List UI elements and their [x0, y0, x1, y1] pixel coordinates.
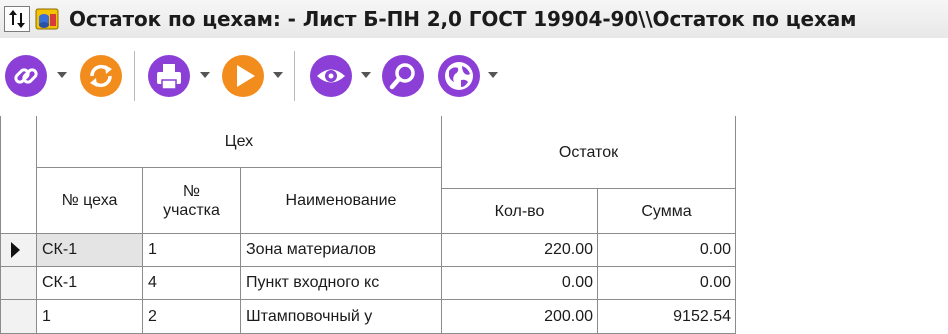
cell-sum[interactable]: 0.00 [598, 234, 736, 267]
grid-corner [1, 116, 37, 234]
column-header-qty[interactable]: Кол-во [442, 189, 598, 234]
link-icon [5, 55, 47, 97]
cell-name[interactable]: Зона материалов [241, 234, 442, 267]
window-title: Остаток по цехам: - Лист Б-ПН 2,0 ГОСТ 1… [69, 7, 857, 31]
run-button[interactable] [221, 54, 265, 98]
column-header-sum[interactable]: Сумма [598, 189, 736, 234]
row-indicator[interactable] [1, 234, 37, 267]
column-header-name[interactable]: Наименование [241, 168, 442, 234]
toolbar [0, 38, 948, 116]
cell-qty[interactable]: 200.00 [442, 300, 598, 334]
column-header-shop-no[interactable]: № цеха [37, 168, 143, 234]
view-dropdown-arrow[interactable] [361, 72, 371, 78]
print-dropdown-arrow[interactable] [200, 72, 210, 78]
link-dropdown-arrow[interactable] [57, 72, 67, 78]
sort-toggle-icon[interactable] [4, 6, 30, 32]
app-window: Остаток по цехам: - Лист Б-ПН 2,0 ГОСТ 1… [0, 0, 948, 334]
run-dropdown-arrow[interactable] [273, 72, 283, 78]
refresh-button[interactable] [79, 54, 123, 98]
cell-shop-no[interactable]: СК-1 [37, 267, 143, 300]
row-indicator[interactable] [1, 267, 37, 300]
print-button[interactable] [147, 54, 191, 98]
toolbar-separator [134, 51, 135, 101]
cell-name[interactable]: Штамповочный у [241, 300, 442, 334]
globe-icon [438, 55, 480, 97]
cell-sum[interactable]: 9152.54 [598, 300, 736, 334]
cell-name[interactable]: Пункт входного кс [241, 267, 442, 300]
row-indicator[interactable] [1, 300, 37, 334]
database-icon [33, 5, 61, 33]
magnifier-icon [382, 55, 424, 97]
refresh-icon [80, 55, 122, 97]
cell-sum[interactable]: 0.00 [598, 267, 736, 300]
cell-qty[interactable]: 220.00 [442, 234, 598, 267]
data-grid: Цех Остаток № цеха № участка Наименовани… [0, 116, 736, 334]
map-button[interactable] [437, 54, 481, 98]
group-header-remainder: Остаток [442, 116, 736, 189]
cell-qty[interactable]: 0.00 [442, 267, 598, 300]
eye-icon [310, 55, 352, 97]
cell-shop-no[interactable]: 1 [37, 300, 143, 334]
column-header-section-no[interactable]: № участка [143, 168, 241, 234]
title-bar: Остаток по цехам: - Лист Б-ПН 2,0 ГОСТ 1… [0, 0, 948, 38]
cell-section-no[interactable]: 1 [143, 234, 241, 267]
play-icon [222, 55, 264, 97]
search-button[interactable] [381, 54, 425, 98]
current-row-arrow-icon [11, 242, 20, 258]
map-dropdown-arrow[interactable] [488, 72, 498, 78]
link-button[interactable] [4, 54, 48, 98]
view-button[interactable] [309, 54, 353, 98]
printer-icon [148, 55, 190, 97]
toolbar-separator [294, 51, 295, 101]
cell-section-no[interactable]: 4 [143, 267, 241, 300]
cell-shop-no[interactable]: СК-1 [37, 234, 143, 267]
group-header-workshop: Цех [37, 116, 442, 168]
cell-section-no[interactable]: 2 [143, 300, 241, 334]
